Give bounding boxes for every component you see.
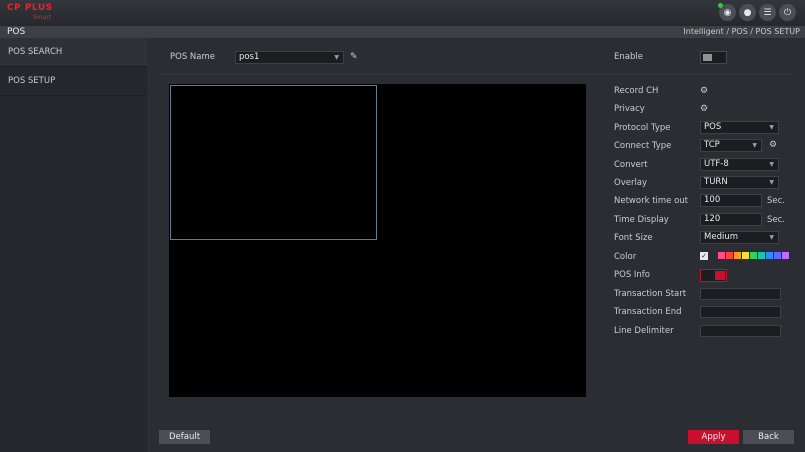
title-bar: POS Intelligent / POS / POS SETUP xyxy=(0,26,805,38)
line-delimiter-input[interactable] xyxy=(700,325,781,337)
overlay-label: Overlay xyxy=(614,178,648,188)
edit-pencil-icon[interactable]: ✎ xyxy=(350,51,358,63)
divider xyxy=(157,74,794,75)
pos-name-select[interactable]: pos1 ▼ xyxy=(235,51,344,64)
toolbar-icons: ◉ ● ☰ ⏻ xyxy=(718,3,796,21)
color-swatch[interactable] xyxy=(742,252,749,259)
chevron-down-icon: ▼ xyxy=(769,124,774,131)
pos-info-toggle[interactable] xyxy=(700,269,727,282)
convert-value: UTF-8 xyxy=(704,159,729,169)
network-timeout-input[interactable]: 100 xyxy=(700,194,762,207)
pos-info-label: POS Info xyxy=(614,270,651,280)
color-swatch[interactable] xyxy=(734,252,741,259)
pos-name-value: pos1 xyxy=(239,52,260,62)
sidebar-item-pos-setup[interactable]: POS SETUP xyxy=(0,67,147,96)
pos-name-label: POS Name xyxy=(170,52,215,62)
color-swatch[interactable] xyxy=(718,252,725,259)
color-checkbox[interactable]: ✓ xyxy=(700,252,708,260)
top-bar: CP PLUS Smart ◉ ● ☰ ⏻ xyxy=(0,0,805,26)
gear-icon[interactable]: ⚙ xyxy=(769,139,777,152)
font-size-label: Font Size xyxy=(614,233,653,243)
color-label: Color xyxy=(614,252,637,262)
status-dot xyxy=(718,3,723,8)
enable-label: Enable xyxy=(614,52,643,62)
convert-select[interactable]: UTF-8 ▼ xyxy=(700,158,779,171)
transaction-start-label: Transaction Start xyxy=(614,289,687,299)
color-swatch[interactable] xyxy=(782,252,789,259)
protocol-type-label: Protocol Type xyxy=(614,123,671,133)
brand-logo: CP PLUS Smart xyxy=(7,3,67,23)
color-swatch[interactable] xyxy=(726,252,733,259)
sidebar-item-pos-search[interactable]: POS SEARCH xyxy=(0,38,147,67)
enable-toggle[interactable] xyxy=(700,51,727,64)
record-ch-label: Record CH xyxy=(614,86,659,96)
logo-text: CP PLUS xyxy=(7,3,53,13)
chevron-down-icon: ▼ xyxy=(334,54,339,61)
font-size-select[interactable]: Medium ▼ xyxy=(700,231,779,244)
chevron-down-icon: ▼ xyxy=(752,142,757,149)
network-timeout-label: Network time out xyxy=(614,196,689,206)
breadcrumb: Intelligent / POS / POS SETUP xyxy=(683,27,800,36)
protocol-type-select[interactable]: POS ▼ xyxy=(700,121,779,134)
gear-icon[interactable]: ⚙ xyxy=(700,85,708,98)
font-size-value: Medium xyxy=(704,232,738,242)
main-content: POS Name pos1 ▼ ✎ Enable Record CH ⚙ Pri… xyxy=(147,38,805,452)
transaction-end-label: Transaction End xyxy=(614,307,682,317)
logo-subtext: Smart xyxy=(33,14,52,21)
color-swatch[interactable] xyxy=(774,252,781,259)
overlay-select[interactable]: TURN ▼ xyxy=(700,176,779,189)
toggle-knob xyxy=(715,271,725,280)
network-timeout-unit: Sec. xyxy=(767,196,786,206)
connect-type-value: TCP xyxy=(704,140,720,150)
connect-type-select[interactable]: TCP ▼ xyxy=(700,139,762,152)
privacy-label: Privacy xyxy=(614,104,645,114)
menu-icon[interactable]: ☰ xyxy=(759,4,776,21)
toggle-knob xyxy=(703,54,712,61)
time-display-input[interactable]: 120 xyxy=(700,213,762,226)
default-button[interactable]: Default xyxy=(159,430,210,444)
apply-button[interactable]: Apply xyxy=(688,430,739,444)
user-icon[interactable]: ● xyxy=(739,4,756,21)
sidebar: POS SEARCH POS SETUP xyxy=(0,38,147,452)
connect-type-label: Connect Type xyxy=(614,141,672,151)
color-swatch[interactable] xyxy=(758,252,765,259)
transaction-end-input[interactable] xyxy=(700,306,781,318)
chevron-down-icon: ▼ xyxy=(769,161,774,168)
color-swatch[interactable] xyxy=(750,252,757,259)
color-swatch[interactable] xyxy=(766,252,773,259)
chevron-down-icon: ▼ xyxy=(769,234,774,241)
video-preview[interactable] xyxy=(169,84,586,397)
overlay-region-box[interactable] xyxy=(170,85,377,240)
overlay-value: TURN xyxy=(704,177,728,187)
eye-icon[interactable]: ◉ xyxy=(718,3,736,21)
protocol-type-value: POS xyxy=(704,122,722,132)
line-delimiter-label: Line Delimiter xyxy=(614,326,674,336)
time-display-unit: Sec. xyxy=(767,215,786,225)
chevron-down-icon: ▼ xyxy=(769,179,774,186)
color-palette: ✓ xyxy=(700,252,789,260)
power-icon[interactable]: ⏻ xyxy=(779,4,796,21)
page-title: POS xyxy=(7,27,26,37)
color-swatches xyxy=(718,252,789,260)
gear-icon[interactable]: ⚙ xyxy=(700,103,708,116)
convert-label: Convert xyxy=(614,160,648,170)
time-display-label: Time Display xyxy=(614,215,669,225)
transaction-start-input[interactable] xyxy=(700,288,781,300)
back-button[interactable]: Back xyxy=(743,430,794,444)
